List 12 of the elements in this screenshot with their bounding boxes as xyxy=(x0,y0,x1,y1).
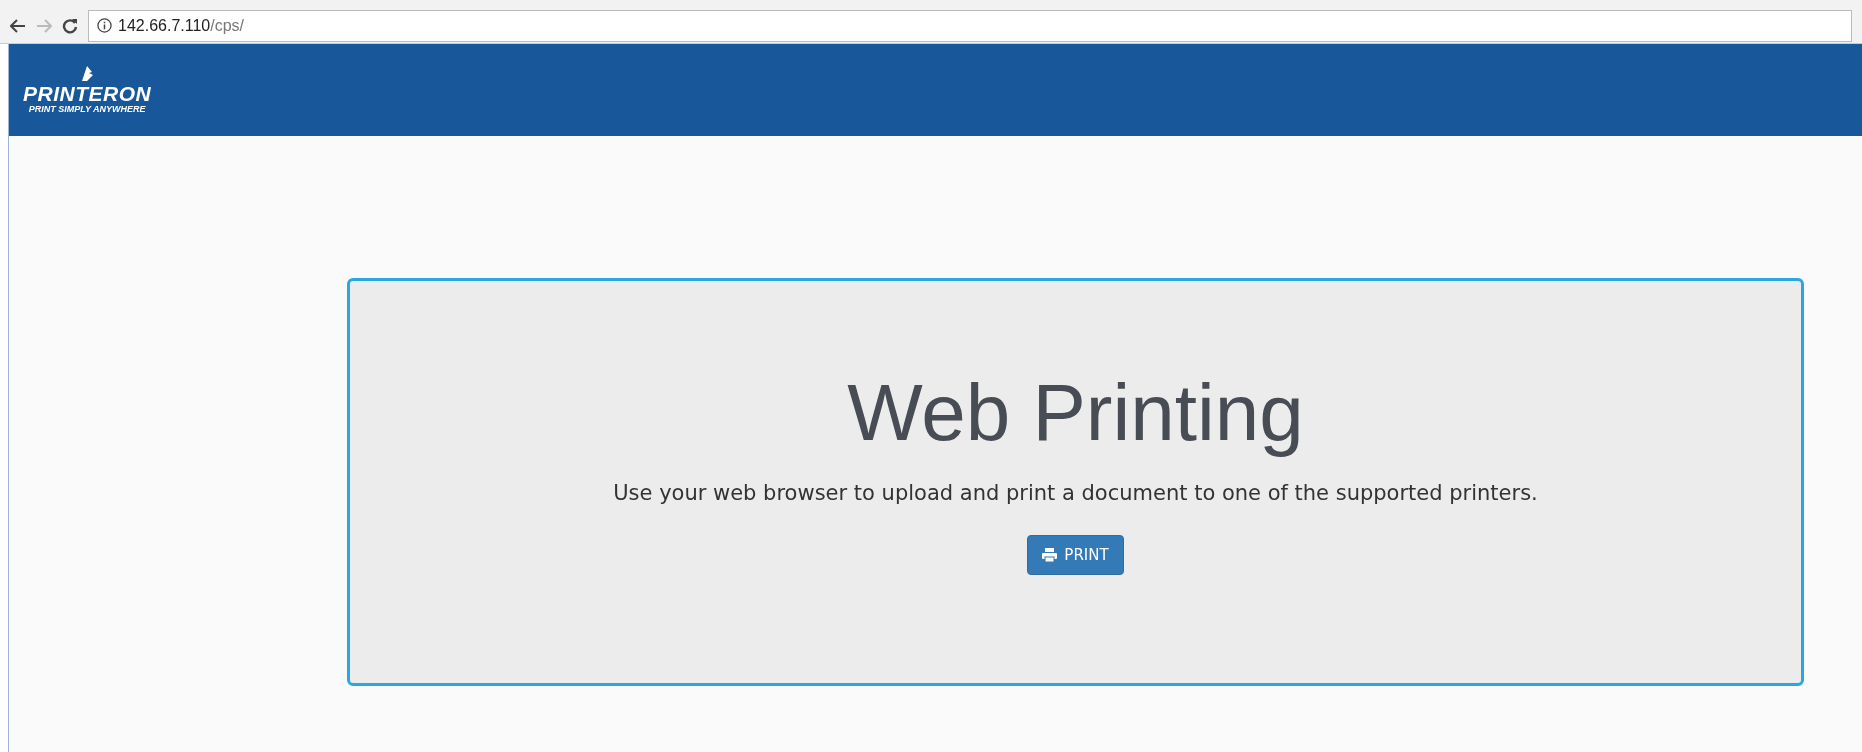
description: Use your web browser to upload and print a document to one of the supported printers. xyxy=(613,481,1538,505)
reload-icon[interactable] xyxy=(62,17,78,34)
address-bar[interactable]: 142.66.7.110/cps/ xyxy=(88,9,1852,42)
page-title: Web Printing xyxy=(847,369,1304,457)
back-icon[interactable] xyxy=(10,18,26,33)
print-button[interactable]: PRINT xyxy=(1027,535,1124,575)
printer-icon xyxy=(1042,548,1058,562)
logo: PRINTERON PRINT SIMPLY ANYWHERE xyxy=(23,65,152,115)
url-host: 142.66.7.110 xyxy=(118,16,211,35)
info-icon[interactable] xyxy=(97,18,112,33)
bird-icon xyxy=(79,65,96,84)
url-path: /cps/ xyxy=(210,16,245,35)
